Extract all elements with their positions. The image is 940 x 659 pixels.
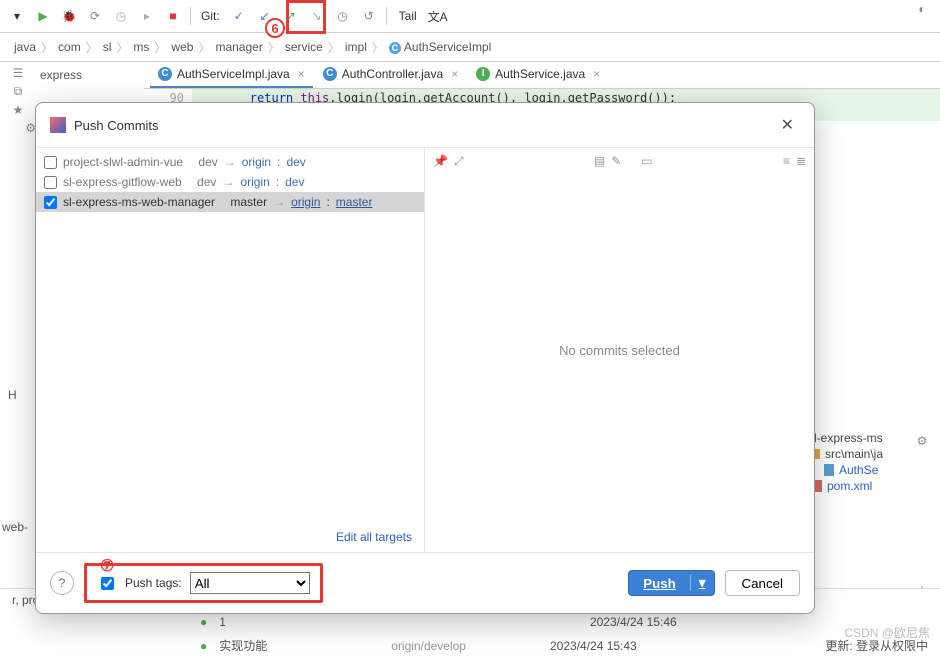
rollback-icon[interactable]: ↺ [358, 5, 380, 27]
stop-icon[interactable]: ■ [162, 5, 184, 27]
annotation-6: 6 [265, 18, 285, 38]
repo-panel: project-slwl-admin-vue dev → origin : de… [36, 148, 425, 552]
repo-checkbox[interactable] [44, 156, 57, 169]
structure-icon[interactable]: ⧉ [14, 84, 23, 99]
history-icon[interactable]: ◷ [332, 5, 354, 27]
commit-msg: 实现功能 [219, 637, 267, 654]
no-commits-label: No commits selected [425, 148, 814, 552]
pull-icon[interactable]: ↘ [306, 5, 328, 27]
dialog-titlebar: Push Commits ✕ [36, 103, 814, 147]
left-gutter: ☰ ⧉ ★ ⚙ [0, 62, 36, 135]
tail-label: Tail [393, 9, 423, 23]
help-button[interactable]: ? [50, 571, 74, 595]
dialog-title: Push Commits [74, 118, 159, 133]
crumb-class[interactable]: CAuthServiceImpl [385, 40, 495, 54]
debug-icon[interactable]: 🐞 [58, 5, 80, 27]
repo-checkbox[interactable] [44, 196, 57, 209]
push-tags-select[interactable]: All [190, 572, 310, 594]
profile-icon[interactable]: ◷ [110, 5, 132, 27]
watermark: CSDN @欧尼焦 [844, 624, 930, 641]
editor-tabs: CAuthServiceImpl.java× CAuthController.j… [144, 62, 940, 89]
git-label: Git: [197, 9, 224, 23]
origin-label: origin/develop [391, 639, 466, 653]
crumb-web[interactable]: web [167, 40, 197, 54]
project-icon[interactable]: ☰ [13, 66, 24, 80]
cancel-button[interactable]: Cancel [725, 570, 801, 596]
commit-date2: 2023/4/24 15:43 [550, 639, 637, 653]
repo-item-selected[interactable]: sl-express-ms-web-manager master → origi… [36, 192, 424, 212]
file-pom[interactable]: pom.xml [808, 478, 904, 494]
crumb-sl[interactable]: sl [99, 40, 116, 54]
repo-list[interactable]: project-slwl-admin-vue dev → origin : de… [36, 148, 424, 522]
close-icon[interactable]: × [298, 67, 305, 81]
push-tags-checkbox[interactable] [101, 577, 114, 590]
chevron-down-icon[interactable]: ▾ [690, 575, 714, 591]
side-h: H [8, 388, 17, 402]
src-folder[interactable]: src\main\ja [808, 446, 904, 462]
inspect-icon[interactable]: ◐ [918, 2, 925, 16]
commits-panel: 📌 ⤢ ▤ ✎ ▭ ≡ ≣ No commits selected [425, 148, 814, 552]
push-button[interactable]: Push▾ [628, 570, 714, 596]
close-icon[interactable]: × [451, 67, 458, 81]
crumb-ms[interactable]: ms [129, 40, 153, 54]
changes-panel[interactable]: sl-express-ms src\main\ja AuthSe pom.xml [808, 430, 904, 494]
dialog-footer: ? Push tags: All Push▾ Cancel [36, 553, 814, 613]
right-gutter: ◐ ⚙ ⋮ ◫ ⋮ [904, 2, 940, 642]
favorites-icon[interactable]: ★ [13, 103, 24, 117]
crumb-service[interactable]: service [281, 40, 327, 54]
repo-item[interactable]: project-slwl-admin-vue dev → origin : de… [36, 152, 424, 172]
push-tags-box: Push tags: All [84, 563, 323, 603]
crumb-com[interactable]: com [54, 40, 85, 54]
repo-item[interactable]: sl-express-gitflow-web dev → origin : de… [36, 172, 424, 192]
breadcrumb: java〉 com〉 sl〉 ms〉 web〉 manager〉 service… [0, 33, 940, 61]
side-web: web- [2, 520, 28, 534]
crumb-java[interactable]: java [10, 40, 40, 54]
annotation-7: ⑦ [100, 556, 114, 576]
event-icon[interactable]: ⚙ [917, 434, 928, 448]
crumb-manager[interactable]: manager [211, 40, 266, 54]
close-icon[interactable]: × [593, 67, 600, 81]
push-commits-dialog: Push Commits ✕ project-slwl-admin-vue de… [35, 102, 815, 614]
commit-count: 1 [219, 615, 226, 629]
main-toolbar: ▾ ▶ 🐞 ⟳ ◷ ▸ ■ Git: ✓ ↙ ↗ ↘ ◷ ↺ Tail 文A [0, 0, 940, 33]
dropdown-icon[interactable]: ▾ [6, 5, 28, 27]
commit-date1: 2023/4/24 15:46 [590, 615, 677, 629]
tab-authserviceimpl[interactable]: CAuthServiceImpl.java× [150, 62, 313, 88]
tab-authservice[interactable]: IAuthService.java× [468, 62, 608, 88]
project-root[interactable]: sl-express-ms [808, 430, 904, 446]
run-icon[interactable]: ▶ [32, 5, 54, 27]
update-icon[interactable]: ✓ [228, 5, 250, 27]
translate-icon[interactable]: 文A [427, 5, 449, 27]
intellij-icon [50, 117, 66, 133]
run2-icon[interactable]: ▸ [136, 5, 158, 27]
crumb-impl[interactable]: impl [341, 40, 371, 54]
coverage-icon[interactable]: ⟳ [84, 5, 106, 27]
push-tags-label: Push tags: [125, 576, 182, 590]
repo-checkbox[interactable] [44, 176, 57, 189]
close-icon[interactable]: ✕ [775, 113, 800, 137]
tab-authcontroller[interactable]: CAuthController.java× [315, 62, 466, 88]
edit-all-targets-link[interactable]: Edit all targets [36, 522, 424, 552]
file-auth[interactable]: AuthSe [808, 462, 904, 478]
